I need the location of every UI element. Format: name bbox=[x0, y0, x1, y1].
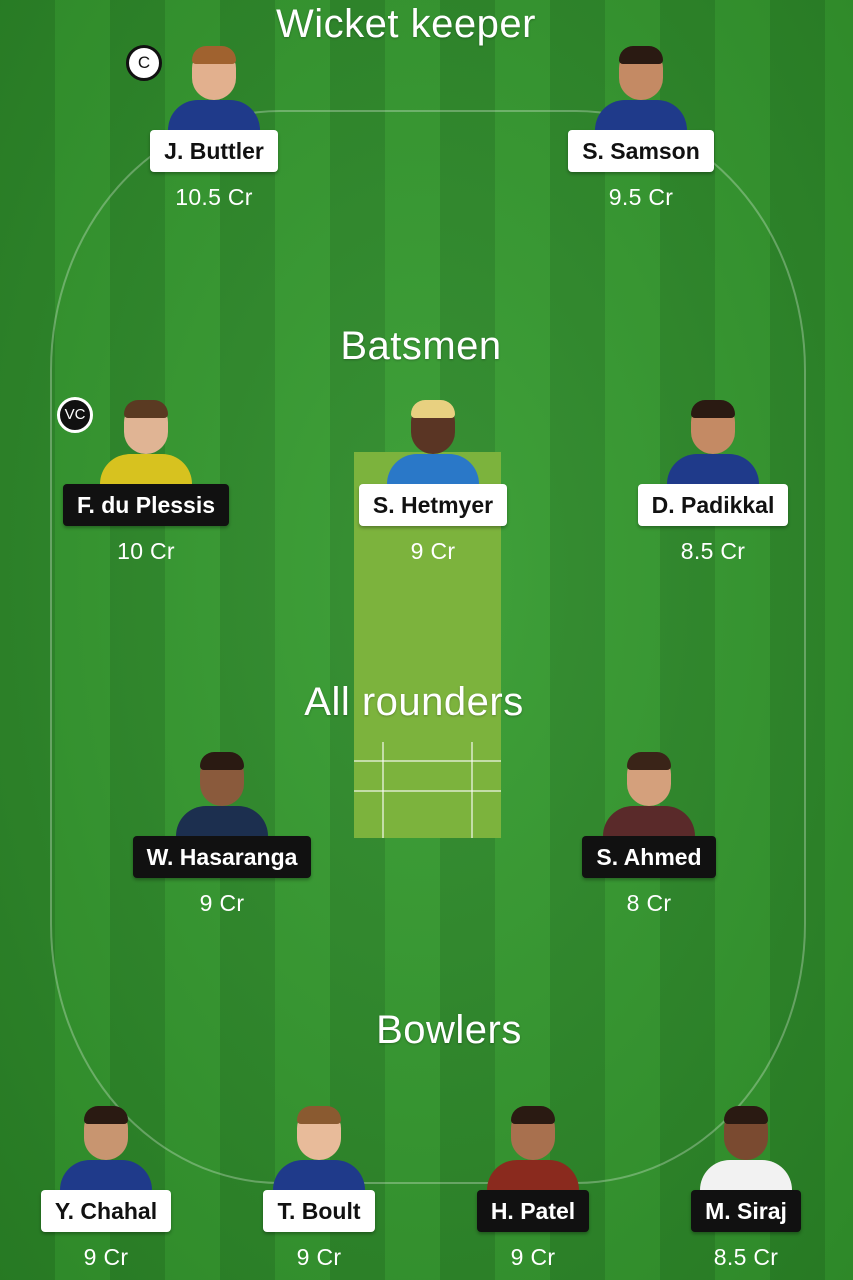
player-avatar bbox=[667, 398, 759, 484]
crease-line bbox=[354, 760, 501, 762]
player-card-patel[interactable]: H. Patel 9 Cr bbox=[433, 1104, 633, 1271]
player-avatar bbox=[273, 1104, 365, 1190]
player-price: 9 Cr bbox=[510, 1244, 556, 1270]
player-name: W. Hasaranga bbox=[132, 836, 312, 878]
player-avatar bbox=[60, 1104, 152, 1190]
player-name: Y. Chahal bbox=[40, 1190, 172, 1232]
player-name: S. Samson bbox=[568, 130, 714, 172]
player-card-ahmed[interactable]: S. Ahmed 8 Cr bbox=[549, 750, 749, 917]
player-avatar bbox=[487, 1104, 579, 1190]
player-card-buttler[interactable]: J. Buttler 10.5 Cr bbox=[114, 44, 314, 211]
player-card-chahal[interactable]: Y. Chahal 9 Cr bbox=[6, 1104, 206, 1271]
section-title-bowlers: Bowlers bbox=[376, 1008, 522, 1052]
player-name: J. Buttler bbox=[150, 130, 278, 172]
crease-line bbox=[382, 742, 384, 838]
player-name: H. Patel bbox=[476, 1190, 590, 1232]
player-name: S. Hetmyer bbox=[358, 484, 508, 526]
player-avatar bbox=[176, 750, 268, 836]
player-price: 10.5 Cr bbox=[175, 184, 253, 210]
player-price: 9 Cr bbox=[410, 538, 456, 564]
player-price: 10 Cr bbox=[117, 538, 175, 564]
player-price: 9 Cr bbox=[296, 1244, 342, 1270]
player-card-padikkal[interactable]: D. Padikkal 8.5 Cr bbox=[613, 398, 813, 565]
section-title-wicket-keeper: Wicket keeper bbox=[276, 2, 536, 46]
player-card-siraj[interactable]: M. Siraj 8.5 Cr bbox=[646, 1104, 846, 1271]
player-avatar bbox=[387, 398, 479, 484]
player-price: 8 Cr bbox=[626, 890, 672, 916]
player-price: 8.5 Cr bbox=[713, 1244, 779, 1270]
crease-line bbox=[354, 790, 501, 792]
player-avatar bbox=[700, 1104, 792, 1190]
player-price: 8.5 Cr bbox=[680, 538, 746, 564]
player-price: 9 Cr bbox=[83, 1244, 129, 1270]
player-avatar bbox=[603, 750, 695, 836]
player-price: 9 Cr bbox=[199, 890, 245, 916]
player-price: 9.5 Cr bbox=[608, 184, 674, 210]
player-card-du-plessis[interactable]: F. du Plessis 10 Cr bbox=[46, 398, 246, 565]
player-card-boult[interactable]: T. Boult 9 Cr bbox=[219, 1104, 419, 1271]
crease-line bbox=[471, 742, 473, 838]
player-avatar bbox=[595, 44, 687, 130]
player-name: M. Siraj bbox=[691, 1190, 801, 1232]
player-name: D. Padikkal bbox=[637, 484, 789, 526]
player-name: S. Ahmed bbox=[582, 836, 716, 878]
player-name: F. du Plessis bbox=[62, 484, 230, 526]
section-title-all-rounders: All rounders bbox=[304, 680, 524, 724]
section-title-batsmen: Batsmen bbox=[340, 324, 502, 368]
player-name: T. Boult bbox=[263, 1190, 375, 1232]
player-avatar bbox=[100, 398, 192, 484]
player-card-hasaranga[interactable]: W. Hasaranga 9 Cr bbox=[122, 750, 322, 917]
player-avatar bbox=[168, 44, 260, 130]
player-card-hetmyer[interactable]: S. Hetmyer 9 Cr bbox=[333, 398, 533, 565]
player-card-samson[interactable]: S. Samson 9.5 Cr bbox=[541, 44, 741, 211]
